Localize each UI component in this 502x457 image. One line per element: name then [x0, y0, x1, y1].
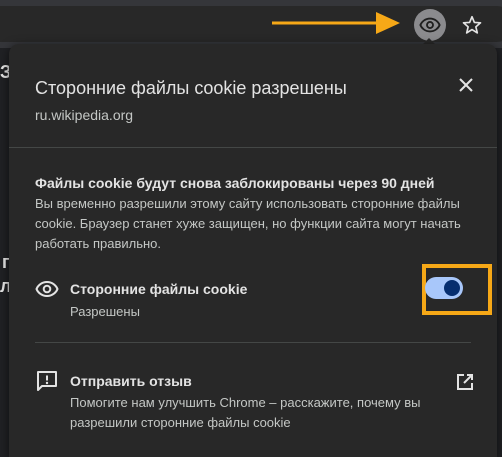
third-party-cookies-label: Сторонние файлы cookie — [70, 281, 248, 297]
third-party-cookies-status: Разрешены — [70, 304, 140, 319]
feedback-description: Помогите нам улучшить Chrome – расскажит… — [70, 395, 421, 430]
divider — [35, 342, 471, 343]
bookmark-star-button[interactable] — [456, 9, 488, 41]
open-feedback-button[interactable] — [453, 370, 477, 394]
toggle-knob — [444, 280, 460, 296]
annotation-arrow-icon — [272, 12, 400, 34]
close-button[interactable] — [455, 74, 477, 96]
bubble-title: Сторонние файлы cookie разрешены — [35, 78, 347, 98]
eye-icon — [419, 17, 441, 33]
third-party-cookies-toggle[interactable] — [425, 277, 463, 299]
send-feedback-link[interactable]: Отправить отзыв — [70, 373, 192, 389]
feedback-icon — [37, 371, 57, 391]
star-icon — [462, 15, 482, 34]
notice-title: Файлы cookie будут снова заблокированы ч… — [35, 175, 435, 191]
open-in-new-icon — [457, 374, 473, 390]
eye-icon — [35, 280, 59, 298]
divider — [9, 147, 497, 148]
site-domain: ru.wikipedia.org — [35, 107, 134, 123]
notice-body: Вы временно разрешили этому сайту исполь… — [35, 196, 461, 251]
cookie-settings-bubble: Сторонние файлы cookie разрешены ru.wiki… — [9, 44, 497, 457]
close-icon — [459, 78, 473, 92]
third-party-cookies-eye-button[interactable] — [414, 9, 446, 41]
